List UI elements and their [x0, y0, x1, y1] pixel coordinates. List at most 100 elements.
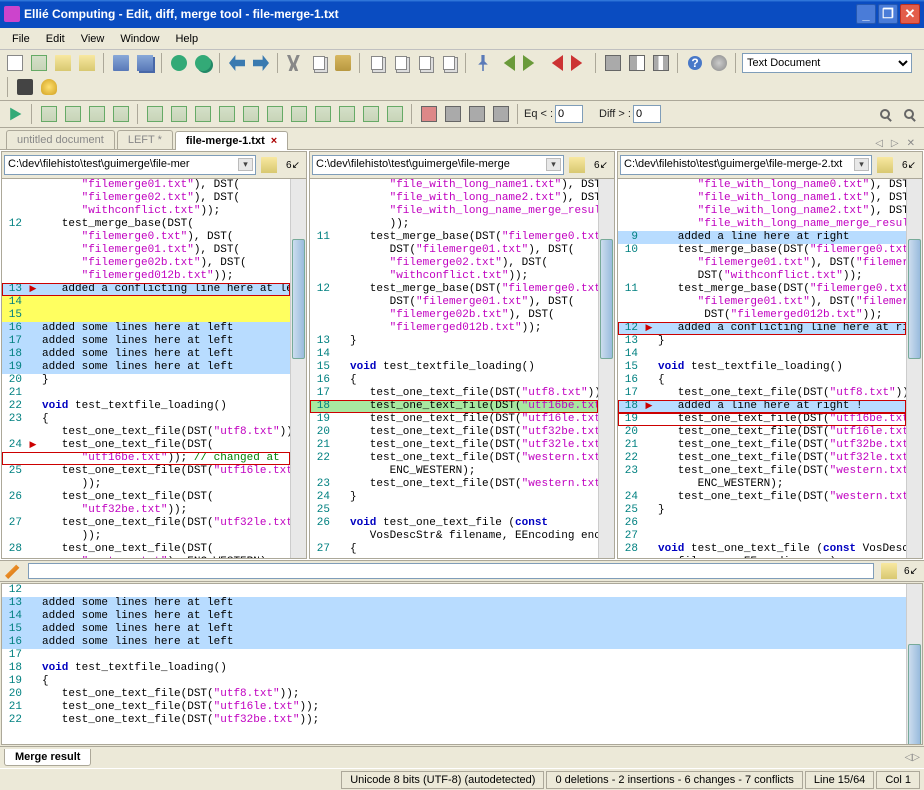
- center-code-view[interactable]: "file_with_long_name1.txt"), DST( "file_…: [310, 179, 614, 558]
- vertical-scrollbar[interactable]: [906, 179, 922, 558]
- vertical-scrollbar[interactable]: [290, 179, 306, 558]
- action-f-button[interactable]: [264, 103, 286, 125]
- edit-result-button[interactable]: [2, 560, 24, 582]
- result-tab-next[interactable]: ▷: [912, 752, 920, 763]
- redo-button[interactable]: [250, 52, 272, 74]
- copy-left-button[interactable]: [366, 52, 388, 74]
- right-open-button[interactable]: [874, 154, 896, 176]
- tip-button[interactable]: [38, 76, 60, 98]
- right-wrap-button[interactable]: 6↙: [898, 154, 920, 176]
- next-diff-button[interactable]: [520, 52, 542, 74]
- merge-3-button[interactable]: [86, 103, 108, 125]
- copy-right-button[interactable]: [390, 52, 412, 74]
- maximize-button[interactable]: ❐: [878, 4, 898, 24]
- gray3-sq-button[interactable]: [490, 103, 512, 125]
- merge-2-button[interactable]: [62, 103, 84, 125]
- line-number: [2, 179, 26, 192]
- settings-button[interactable]: [708, 52, 730, 74]
- zoom-out-button[interactable]: [898, 103, 920, 125]
- result-tab-prev[interactable]: ◁: [905, 752, 913, 763]
- gray2-sq-button[interactable]: [466, 103, 488, 125]
- merge-path-input[interactable]: [28, 563, 874, 579]
- tab-prev-button[interactable]: ◁: [872, 138, 886, 149]
- center-path-combo[interactable]: C:\dev\filehisto\test\guimerge\file-merg…: [312, 155, 564, 175]
- next-conflict-button[interactable]: [568, 52, 590, 74]
- action-k-button[interactable]: [384, 103, 406, 125]
- save-all-button[interactable]: [134, 52, 156, 74]
- options-button[interactable]: ?: [684, 52, 706, 74]
- action-b-button[interactable]: [168, 103, 190, 125]
- gray-sq-button[interactable]: [442, 103, 464, 125]
- left-path-combo[interactable]: C:\dev\filehisto\test\guimerge\file-mer: [4, 155, 256, 175]
- tab-next-button[interactable]: ▷: [888, 138, 902, 149]
- code-line: test_one_text_file(DST("western.txt"));: [656, 491, 906, 504]
- line-number: 25: [618, 504, 642, 517]
- menu-window[interactable]: Window: [112, 31, 167, 47]
- menu-edit[interactable]: Edit: [38, 31, 73, 47]
- line-number: 23: [2, 413, 26, 426]
- new-folder2-button[interactable]: [76, 52, 98, 74]
- action-g-button[interactable]: [288, 103, 310, 125]
- menu-help[interactable]: Help: [167, 31, 206, 47]
- save-button[interactable]: [110, 52, 132, 74]
- layout-2-button[interactable]: [626, 52, 648, 74]
- center-wrap-button[interactable]: 6↙: [590, 154, 612, 176]
- layout-1-button[interactable]: [602, 52, 624, 74]
- code-line: void test_one_text_file (const: [348, 517, 598, 530]
- action-c-button[interactable]: [192, 103, 214, 125]
- cut-button[interactable]: [284, 52, 306, 74]
- paste-button[interactable]: [332, 52, 354, 74]
- right-path-combo[interactable]: C:\dev\filehisto\test\guimerge\file-merg…: [620, 155, 872, 175]
- action-h-button[interactable]: [312, 103, 334, 125]
- pin-button[interactable]: [472, 52, 494, 74]
- minimize-button[interactable]: _: [856, 4, 876, 24]
- red-sq-button[interactable]: [418, 103, 440, 125]
- tab-close-button[interactable]: ✕: [904, 138, 918, 149]
- copy-button[interactable]: [308, 52, 330, 74]
- action-d-button[interactable]: [216, 103, 238, 125]
- action-j-button[interactable]: [360, 103, 382, 125]
- merge-wrap-button[interactable]: 6↙: [900, 560, 922, 582]
- merge-1-button[interactable]: [38, 103, 60, 125]
- prev-conflict-button[interactable]: [544, 52, 566, 74]
- action-a-button[interactable]: [144, 103, 166, 125]
- left-open-button[interactable]: [258, 154, 280, 176]
- code-line: test_one_text_file(DST("western.txt"),: [348, 452, 598, 465]
- doc-tab[interactable]: untitled document: [6, 130, 115, 149]
- reload-button[interactable]: [168, 52, 190, 74]
- camera-button[interactable]: [14, 76, 36, 98]
- zoom-in-button[interactable]: [874, 103, 896, 125]
- prev-diff-button[interactable]: [496, 52, 518, 74]
- vertical-scrollbar[interactable]: [906, 584, 922, 744]
- merge-open-button[interactable]: [878, 560, 900, 582]
- new-folder-button[interactable]: [52, 52, 74, 74]
- result-code-view[interactable]: 1213added some lines here at left14added…: [2, 584, 922, 744]
- merge-result-tab[interactable]: Merge result: [4, 749, 91, 766]
- diff-input[interactable]: [633, 105, 661, 123]
- undo-button[interactable]: [226, 52, 248, 74]
- copy-all-right-button[interactable]: [438, 52, 460, 74]
- tab-close-icon[interactable]: ×: [271, 135, 277, 147]
- doc-type-select[interactable]: Text Document: [742, 53, 912, 73]
- new-doc-button[interactable]: [4, 52, 26, 74]
- doc-tab[interactable]: file-merge-1.txt×: [175, 131, 288, 150]
- right-code-view[interactable]: "file_with_long_name0.txt"), DST( "file_…: [618, 179, 922, 558]
- action-i-button[interactable]: [336, 103, 358, 125]
- layout-3-button[interactable]: [650, 52, 672, 74]
- menu-view[interactable]: View: [73, 31, 113, 47]
- left-code-view[interactable]: "filemerge01.txt"), DST( "filemerge02.tx…: [2, 179, 306, 558]
- new-docs-button[interactable]: [28, 52, 50, 74]
- vertical-scrollbar[interactable]: [598, 179, 614, 558]
- merge-4-button[interactable]: [110, 103, 132, 125]
- code-line: ));: [40, 478, 290, 491]
- left-wrap-button[interactable]: 6↙: [282, 154, 304, 176]
- copy-all-left-button[interactable]: [414, 52, 436, 74]
- eq-input[interactable]: [555, 105, 583, 123]
- center-open-button[interactable]: [566, 154, 588, 176]
- doc-tab[interactable]: LEFT *: [117, 130, 173, 149]
- action-e-button[interactable]: [240, 103, 262, 125]
- close-button[interactable]: ✕: [900, 4, 920, 24]
- reload-all-button[interactable]: [192, 52, 214, 74]
- menu-file[interactable]: File: [4, 31, 38, 47]
- play-button[interactable]: [4, 103, 26, 125]
